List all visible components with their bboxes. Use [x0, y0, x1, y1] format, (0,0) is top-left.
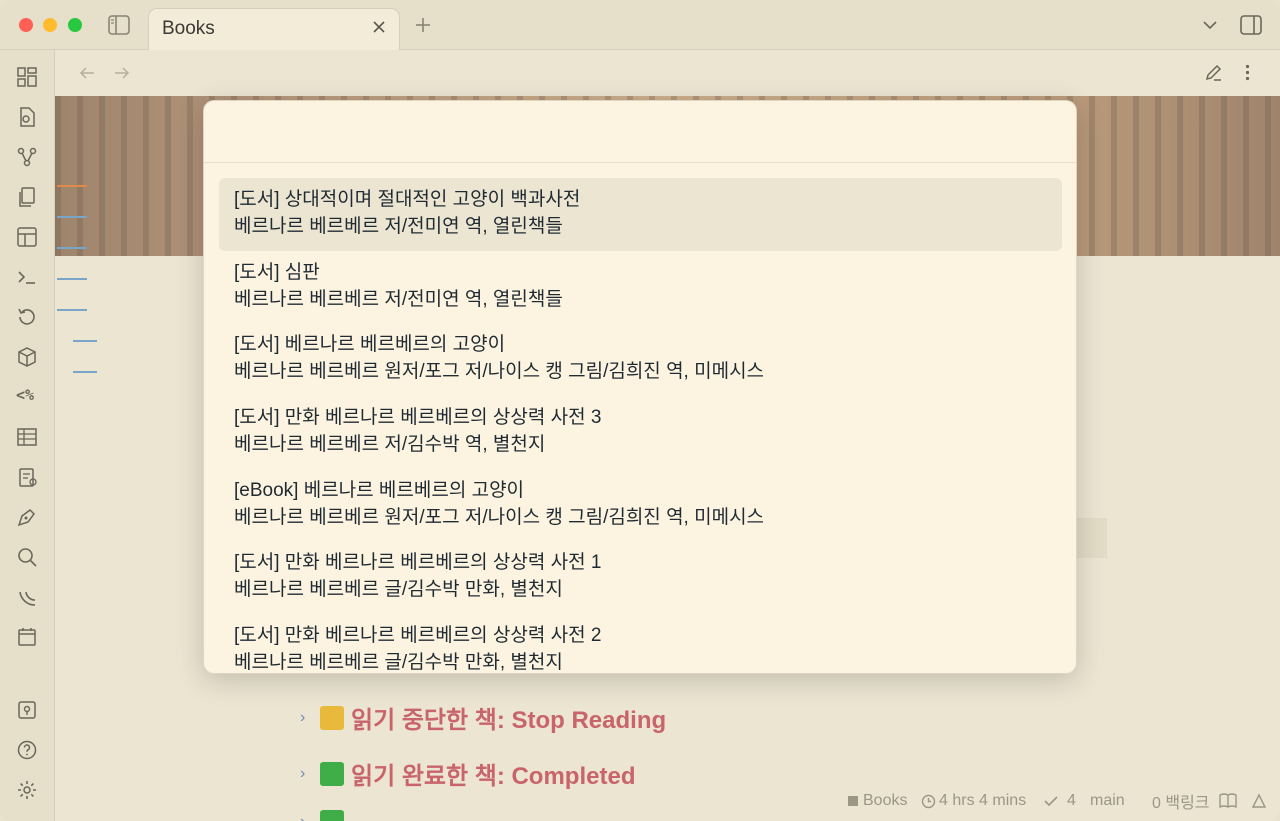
- result-subtitle: 베르나르 베르베르 원저/포그 저/나이스 캥 그림/김희진 역, 미메시스: [234, 361, 765, 383]
- close-icon[interactable]: [371, 19, 387, 35]
- search-icon[interactable]: [16, 546, 38, 568]
- chevron-down-icon[interactable]: [1202, 18, 1218, 32]
- calendar-icon[interactable]: [16, 626, 38, 648]
- left-sidebar-toggle-icon[interactable]: [108, 15, 130, 35]
- result-title: [도서] 만화 베르나르 베르베르의 상상력 사전 2: [234, 625, 602, 647]
- result-item[interactable]: [도서] 베르나르 베르베르의 고양이베르나르 베르베르 원저/포그 저/나이스…: [219, 323, 1062, 396]
- status-backlinks[interactable]: 0 백링크: [1152, 790, 1210, 812]
- outline-marker[interactable]: [57, 216, 87, 218]
- outline-marker[interactable]: [57, 278, 87, 280]
- heading-stop-reading[interactable]: › 읽기 중단한 책: Stop Reading: [300, 700, 666, 735]
- help-icon[interactable]: [16, 739, 38, 761]
- status-tasks: 4: [1043, 790, 1076, 812]
- result-item[interactable]: [도서] 만화 베르나르 베르베르의 상상력 사전 2 베르나르 베르베르 글/김…: [219, 614, 1062, 674]
- left-ribbon: <%: [0, 50, 55, 821]
- result-title: [eBook] 베르나르 베르베르의 고양이: [234, 479, 525, 501]
- terminal-icon[interactable]: [16, 266, 38, 288]
- arc-icon[interactable]: [16, 586, 38, 608]
- content-block: [1076, 518, 1107, 558]
- result-title: [도서] 심판: [234, 261, 320, 283]
- yellow-square-icon: [320, 705, 344, 730]
- outline-marker[interactable]: [57, 185, 87, 187]
- result-subtitle: 베르나르 베르베르 글/김수박 만화, 별천지: [234, 579, 563, 601]
- heading-stats-partial[interactable]: ›: [300, 810, 351, 821]
- heading-completed[interactable]: › 읽기 완료한 책: Completed: [300, 756, 635, 791]
- pen-tool-icon[interactable]: [16, 506, 38, 528]
- status-branch[interactable]: main: [1090, 790, 1125, 812]
- result-subtitle: 베르나르 베르베르 저/전미연 역, 열린책들: [234, 216, 563, 237]
- check-icon: [1044, 796, 1058, 807]
- chevron-right-icon[interactable]: ›: [300, 709, 314, 727]
- book-icon: [848, 796, 858, 806]
- clock-icon: [921, 794, 936, 808]
- more-options-icon[interactable]: [1238, 63, 1257, 82]
- result-subtitle: 베르나르 베르베르 원저/포그 저/나이스 캥 그림/김희진 역, 미메시스: [234, 506, 765, 528]
- stats-icon: [320, 810, 344, 821]
- result-item[interactable]: [도서] 심판베르나르 베르베르 저/전미연 역, 열린책들: [219, 251, 1062, 324]
- vault-switcher-icon[interactable]: [16, 699, 38, 721]
- clipboard-edit-icon[interactable]: [16, 466, 38, 488]
- outline-marker[interactable]: [57, 247, 87, 249]
- edit-pencil-icon[interactable]: [1204, 63, 1223, 82]
- chevron-right-icon[interactable]: ›: [300, 765, 314, 783]
- search-input[interactable]: [204, 101, 1076, 163]
- tab-books[interactable]: Books: [148, 8, 400, 50]
- right-sidebar-toggle-icon[interactable]: [1240, 15, 1262, 35]
- result-title: [도서] 만화 베르나르 베르베르의 상상력 사전 1: [234, 552, 602, 574]
- outline-marker[interactable]: [57, 309, 87, 311]
- settings-gear-icon[interactable]: [16, 779, 38, 801]
- result-title: [도서] 상대적이며 절대적인 고양이 백과사전: [234, 189, 581, 210]
- forward-arrow-icon[interactable]: [113, 64, 131, 82]
- layout-icon[interactable]: [16, 226, 38, 248]
- outline-marker[interactable]: [73, 371, 97, 373]
- graph-view-icon[interactable]: [16, 146, 38, 168]
- result-subtitle: 베르나르 베르베르 글/김수박 만화, 별천지: [234, 652, 563, 674]
- zoom-window-button[interactable]: [68, 18, 82, 32]
- result-title: [도서] 만화 베르나르 베르베르의 상상력 사전 3: [234, 407, 602, 429]
- tab-title: Books: [162, 18, 215, 39]
- results-list: [도서] 상대적이며 절대적인 고양이 백과사전베르나르 베르베르 저/전미연 …: [219, 178, 1062, 674]
- reading-mode-book-icon[interactable]: [1218, 792, 1238, 810]
- result-item[interactable]: [도서] 만화 베르나르 베르베르의 상상력 사전 1 베르나르 베르베르 글/김…: [219, 541, 1062, 614]
- result-item[interactable]: [도서] 만화 베르나르 베르베르의 상상력 사전 3 베르나르 베르베르 저/김…: [219, 396, 1062, 469]
- heading-label: 읽기 완료한 책: Completed: [351, 763, 636, 790]
- status-file[interactable]: Books: [846, 790, 907, 812]
- minimize-window-button[interactable]: [43, 18, 57, 32]
- outline-marker[interactable]: [73, 340, 97, 342]
- dashboard-icon[interactable]: [16, 66, 38, 88]
- files-icon[interactable]: [16, 186, 38, 208]
- app-window: Books <% › 읽기 중단한 책: Stop Reading › 읽기 완…: [0, 0, 1280, 821]
- green-square-icon: [320, 761, 344, 786]
- result-item[interactable]: [도서] 상대적이며 절대적인 고양이 백과사전베르나르 베르베르 저/전미연 …: [219, 178, 1062, 251]
- result-item[interactable]: [eBook] 베르나르 베르베르의 고양이베르나르 베르베르 원저/포그 저/…: [219, 469, 1062, 542]
- close-window-button[interactable]: [19, 18, 33, 32]
- result-subtitle: 베르나르 베르베르 저/김수박 역, 별천지: [234, 434, 546, 456]
- sync-status-icon[interactable]: [1250, 792, 1268, 810]
- history-icon[interactable]: [16, 306, 38, 328]
- result-subtitle: 베르나르 베르베르 저/전미연 역, 열린책들: [234, 288, 563, 310]
- table-icon[interactable]: [16, 426, 38, 448]
- result-title: [도서] 베르나르 베르베르의 고양이: [234, 334, 506, 356]
- chevron-right-icon[interactable]: ›: [300, 813, 314, 821]
- status-time: 4 hrs 4 mins: [921, 790, 1026, 812]
- templater-icon[interactable]: <%: [16, 386, 38, 408]
- new-tab-plus-icon[interactable]: [414, 16, 432, 34]
- package-icon[interactable]: [16, 346, 38, 368]
- back-arrow-icon[interactable]: [78, 64, 96, 82]
- heading-label: 읽기 중단한 책: Stop Reading: [351, 707, 667, 734]
- title-bar: Books: [0, 0, 1280, 50]
- search-modal: [도서] 상대적이며 절대적인 고양이 백과사전베르나르 베르베르 저/전미연 …: [203, 100, 1077, 674]
- file-search-icon[interactable]: [16, 106, 38, 128]
